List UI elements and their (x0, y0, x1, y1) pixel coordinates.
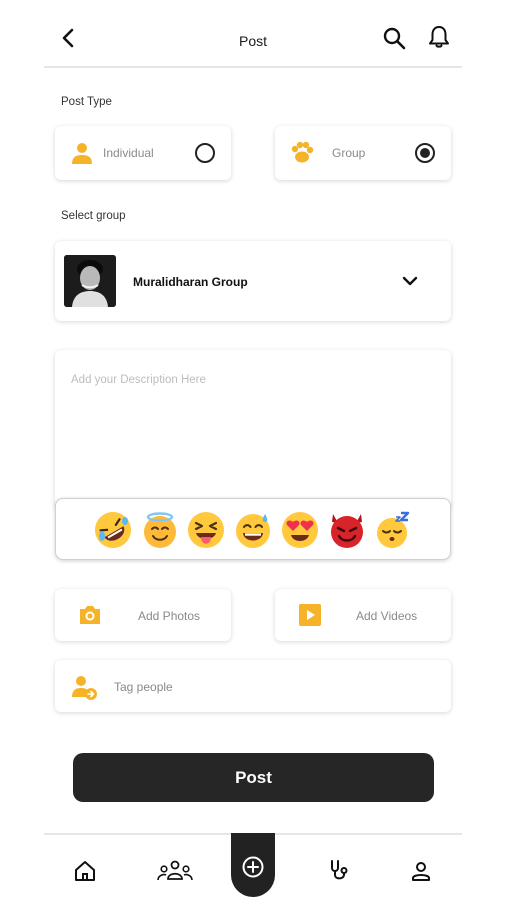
description-box (55, 350, 451, 510)
person-icon (72, 143, 92, 164)
post-submit-button[interactable]: Post (73, 753, 434, 802)
smiling-devil-emoji-icon[interactable] (327, 510, 367, 550)
home-icon[interactable] (73, 859, 97, 883)
emoji-picker (55, 498, 451, 560)
sweat-smile-emoji-icon[interactable] (233, 510, 273, 550)
post-type-individual-option[interactable]: Individual (55, 126, 231, 180)
tag-people-icon (72, 676, 97, 700)
plus-circle-icon (242, 856, 264, 878)
post-type-label: Post Type (61, 96, 112, 108)
individual-radio[interactable] (195, 143, 215, 163)
group-radio-selected[interactable] (415, 143, 435, 163)
add-photos-label: Add Photos (138, 609, 201, 623)
chevron-down-icon[interactable] (401, 272, 419, 290)
paw-group-icon (291, 141, 314, 163)
tongue-out-emoji-icon[interactable] (186, 510, 226, 550)
heart-eyes-emoji-icon[interactable] (280, 510, 320, 550)
selected-group-name: Muralidharan Group (133, 275, 248, 289)
groups-icon[interactable] (157, 859, 193, 883)
tag-people-label: Tag people (114, 680, 173, 694)
description-input[interactable] (71, 374, 431, 494)
smiling-halo-emoji-icon[interactable] (140, 510, 180, 550)
profile-icon[interactable] (409, 859, 433, 883)
select-group-label: Select group (61, 210, 126, 222)
rolling-laughing-emoji-icon[interactable] (93, 510, 133, 550)
individual-option-label: Individual (103, 146, 154, 160)
group-option-label: Group (332, 146, 366, 160)
sleeping-emoji-icon[interactable] (374, 510, 414, 550)
bottom-navigation (44, 833, 462, 900)
group-avatar (64, 255, 116, 307)
camera-icon (80, 606, 100, 624)
search-icon[interactable] (382, 26, 406, 50)
video-play-icon (299, 604, 321, 626)
add-videos-label: Add Videos (356, 609, 418, 623)
top-bar: Post (44, 0, 462, 68)
tag-people-button[interactable]: Tag people (55, 660, 451, 712)
add-videos-button[interactable]: Add Videos (275, 589, 451, 641)
group-select-dropdown[interactable]: Muralidharan Group (55, 241, 451, 321)
post-type-group-option[interactable]: Group (275, 126, 451, 180)
stethoscope-icon[interactable] (328, 859, 352, 883)
notification-bell-icon[interactable] (426, 24, 452, 50)
avatar-photo-icon (64, 255, 116, 307)
add-photos-button[interactable]: Add Photos (55, 589, 231, 641)
create-post-nav-button[interactable] (231, 833, 275, 897)
